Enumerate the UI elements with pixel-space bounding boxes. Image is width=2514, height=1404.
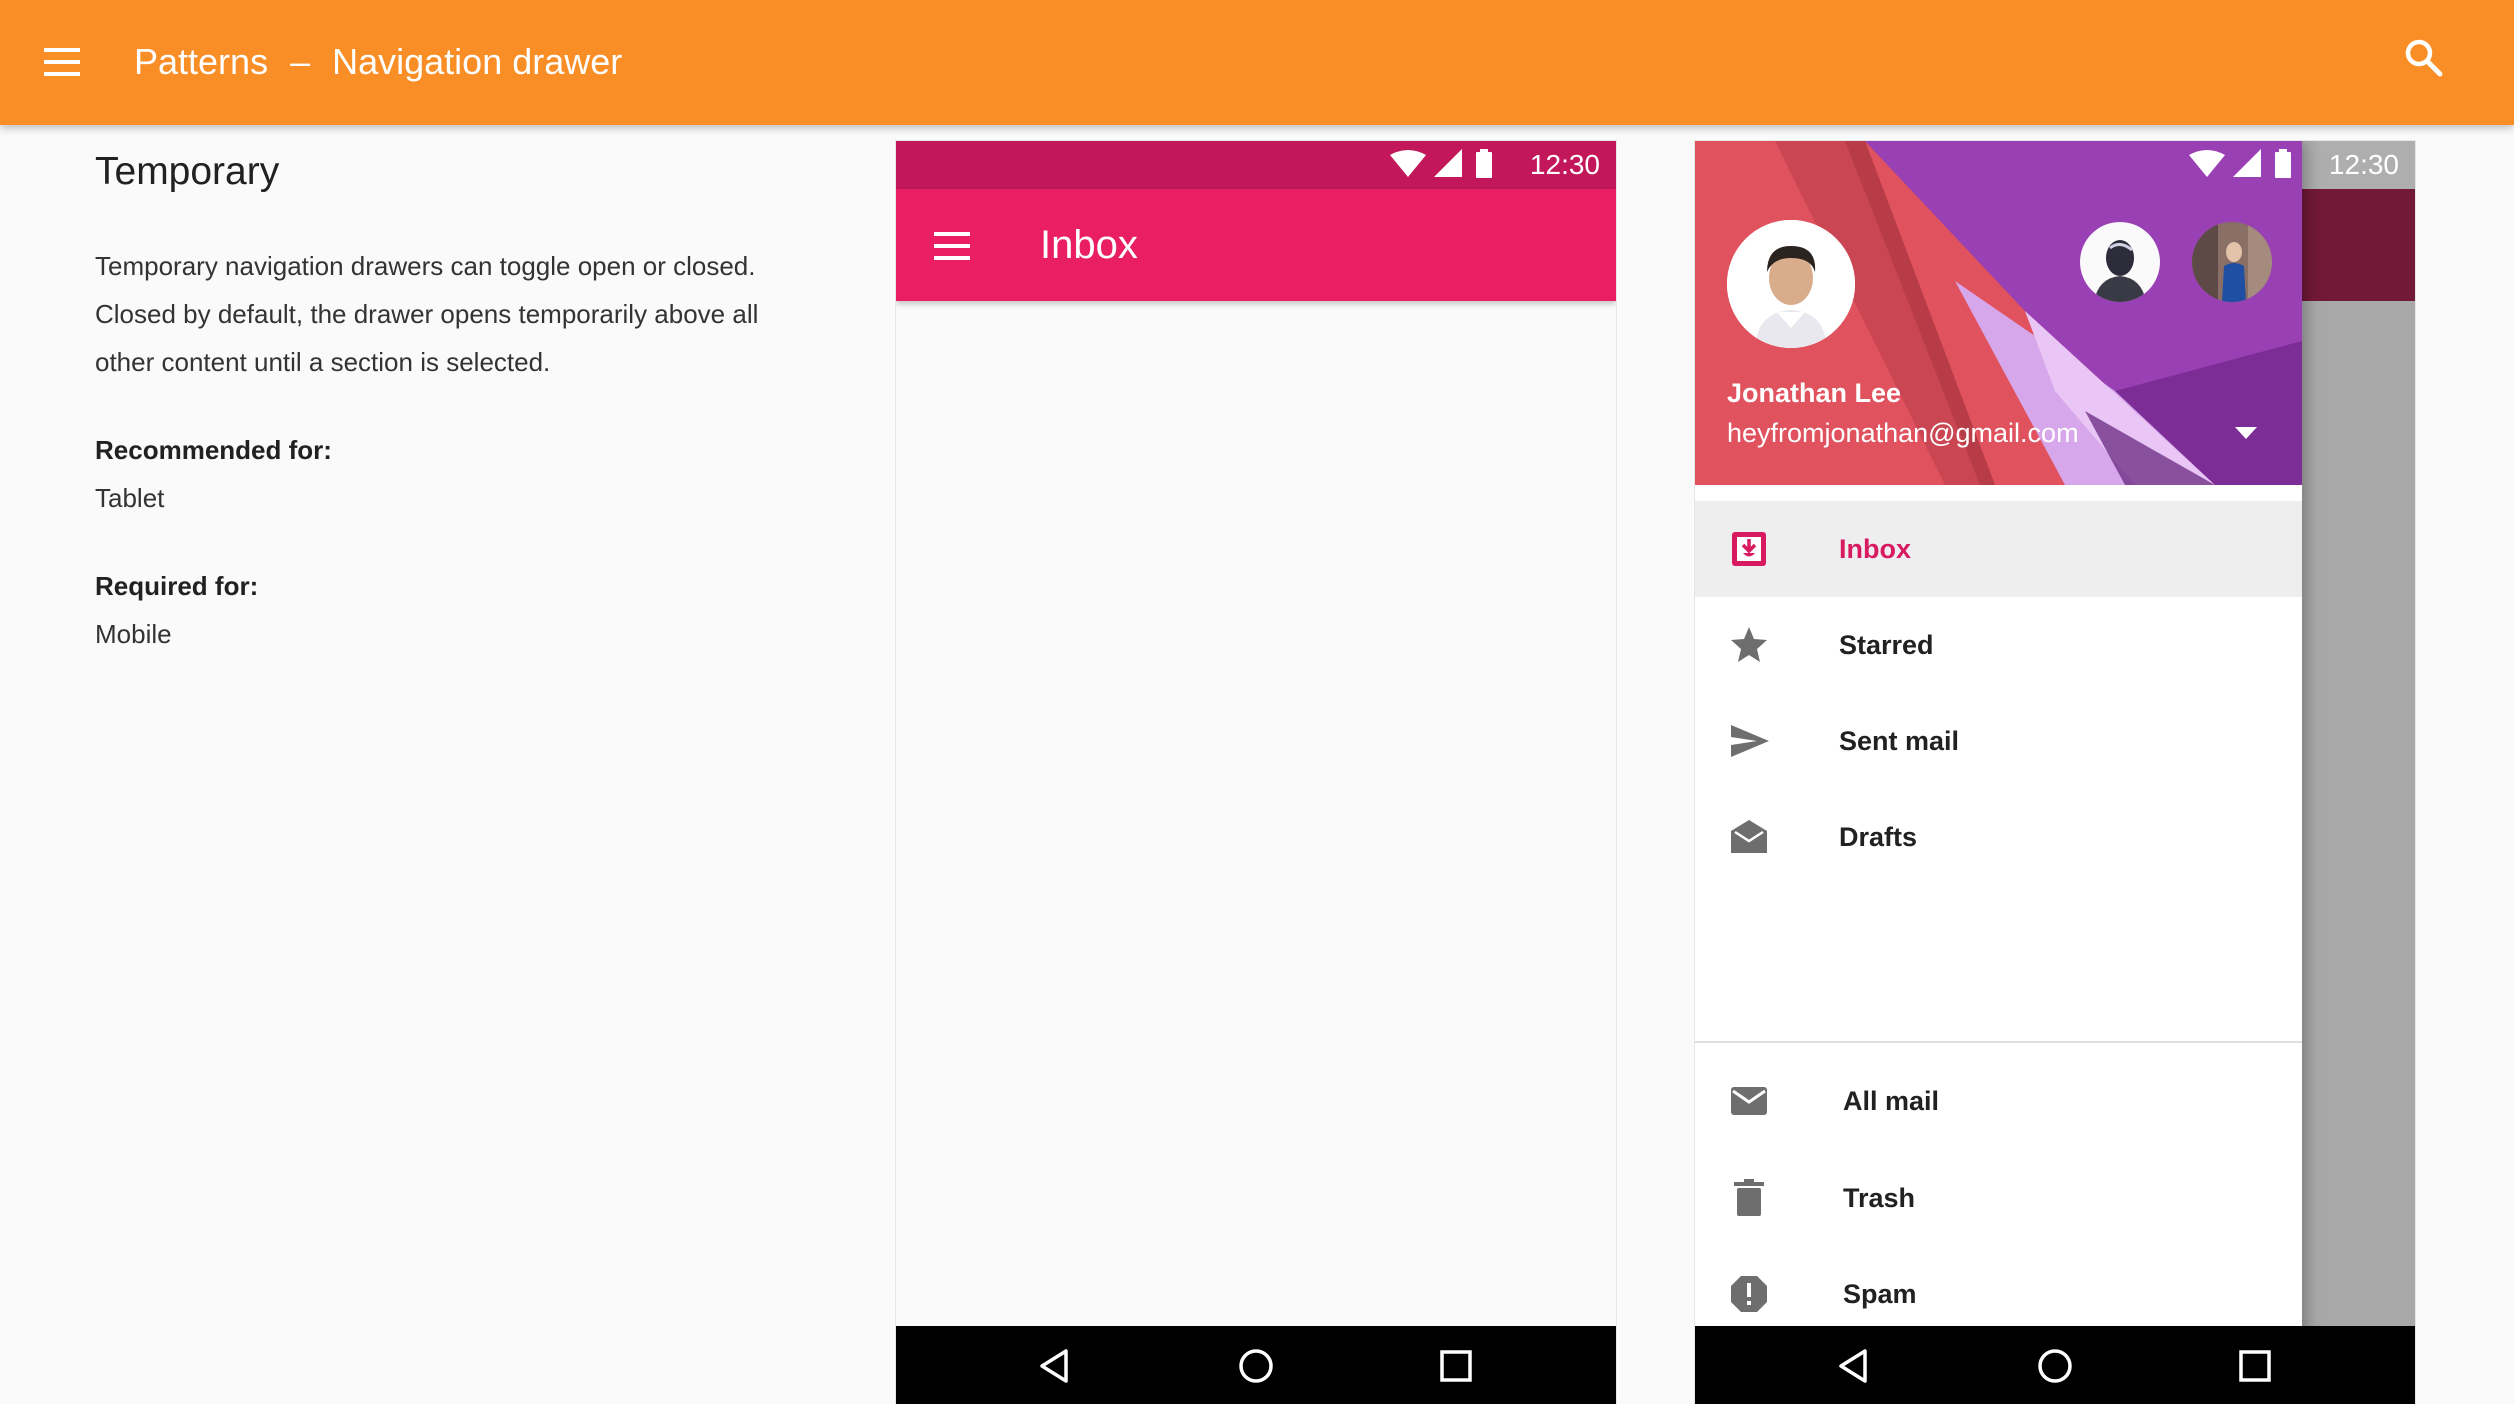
drawer-item-trash[interactable]: Trash <box>1695 1150 2302 1246</box>
drawer-item-label: Sent mail <box>1839 726 1960 756</box>
drawer-item-inbox[interactable]: Inbox <box>1695 501 2302 597</box>
account-email: heyfromjonathan@gmail.com <box>1727 418 2079 448</box>
inbox-icon <box>1732 532 1766 566</box>
back-icon[interactable] <box>1835 1346 1875 1386</box>
navigation-drawer: Jonathan Lee heyfromjonathan@gmail.com I… <box>1695 141 2302 1404</box>
section-heading: Temporary <box>95 150 280 193</box>
battery-icon <box>2275 152 2291 178</box>
battery-icon <box>1476 152 1492 178</box>
star-icon <box>1731 627 1767 662</box>
recents-icon[interactable] <box>1436 1346 1476 1386</box>
menu-icon[interactable] <box>38 42 86 82</box>
spam-icon <box>1731 1276 1767 1312</box>
signal-icon <box>1434 149 1462 177</box>
secondary-account-avatar[interactable] <box>2080 222 2160 302</box>
title-separator: – <box>290 41 311 82</box>
wifi-icon <box>2189 150 2225 177</box>
menu-icon[interactable] <box>932 229 972 263</box>
status-icons <box>2189 149 2291 178</box>
drawer-item-all-mail[interactable]: All mail <box>1695 1053 2302 1149</box>
phone-open-drawer: Jonathan Lee heyfromjonathan@gmail.com I… <box>1695 141 2415 1404</box>
home-icon[interactable] <box>2035 1346 2075 1386</box>
drawer-item-sent-mail[interactable]: Sent mail <box>1695 693 2302 789</box>
drawer-item-starred[interactable]: Starred <box>1695 597 2302 693</box>
drawer-item-label: All mail <box>1843 1086 1940 1116</box>
drawer-item-label: Spam <box>1843 1279 1917 1309</box>
toolbar-title: Inbox <box>1040 223 1138 267</box>
search-icon[interactable] <box>2400 34 2448 82</box>
wifi-icon <box>1390 150 1426 177</box>
drawer-item-label: Starred <box>1839 630 1934 660</box>
drawer-item-drafts[interactable]: Drafts <box>1695 789 2302 885</box>
signal-icon <box>2233 149 2261 177</box>
drawer-divider <box>1695 1041 2302 1043</box>
section-description: Temporary navigation drawers can toggle … <box>95 251 759 377</box>
status-bar: 12:30 <box>1695 141 2415 189</box>
title-section: Patterns <box>134 41 269 82</box>
trash-icon <box>1734 1179 1764 1216</box>
account-name: Jonathan Lee <box>1727 378 1902 408</box>
send-icon <box>1731 725 1769 757</box>
drawer-item-label: Trash <box>1843 1183 1916 1213</box>
recommended-label: Recommended for: <box>95 435 332 465</box>
account-header: Jonathan Lee heyfromjonathan@gmail.com <box>1695 141 2302 485</box>
status-icons <box>1390 149 1492 178</box>
inbox-toolbar: Inbox <box>896 189 1616 301</box>
account-dropdown-icon[interactable] <box>2233 423 2259 443</box>
system-nav-bar <box>896 1326 1616 1404</box>
phone-closed-drawer: 12:30 Inbox <box>896 141 1616 1404</box>
recommended-value: Tablet <box>95 483 165 513</box>
page-title: Patterns – Navigation drawer <box>134 36 622 88</box>
required-value: Mobile <box>95 619 172 649</box>
recents-icon[interactable] <box>2235 1346 2275 1386</box>
app-bar: Patterns – Navigation drawer <box>0 0 2514 125</box>
title-page: Navigation drawer <box>332 41 623 82</box>
system-nav-bar <box>1695 1326 2415 1404</box>
required-label: Required for: <box>95 571 259 601</box>
status-time: 12:30 <box>2328 149 2399 180</box>
back-icon[interactable] <box>1036 1346 1076 1386</box>
account-avatar[interactable] <box>1727 220 1855 348</box>
drafts-icon <box>1731 820 1767 853</box>
description-panel: Temporary Temporary navigation drawers c… <box>95 140 795 658</box>
status-bar: 12:30 <box>896 141 1616 189</box>
drawer-item-label: Inbox <box>1839 534 1911 564</box>
tertiary-account-avatar[interactable] <box>2192 222 2272 302</box>
status-time: 12:30 <box>1529 149 1600 180</box>
drawer-item-label: Drafts <box>1839 822 1918 852</box>
mail-icon <box>1731 1087 1767 1115</box>
home-icon[interactable] <box>1236 1346 1276 1386</box>
